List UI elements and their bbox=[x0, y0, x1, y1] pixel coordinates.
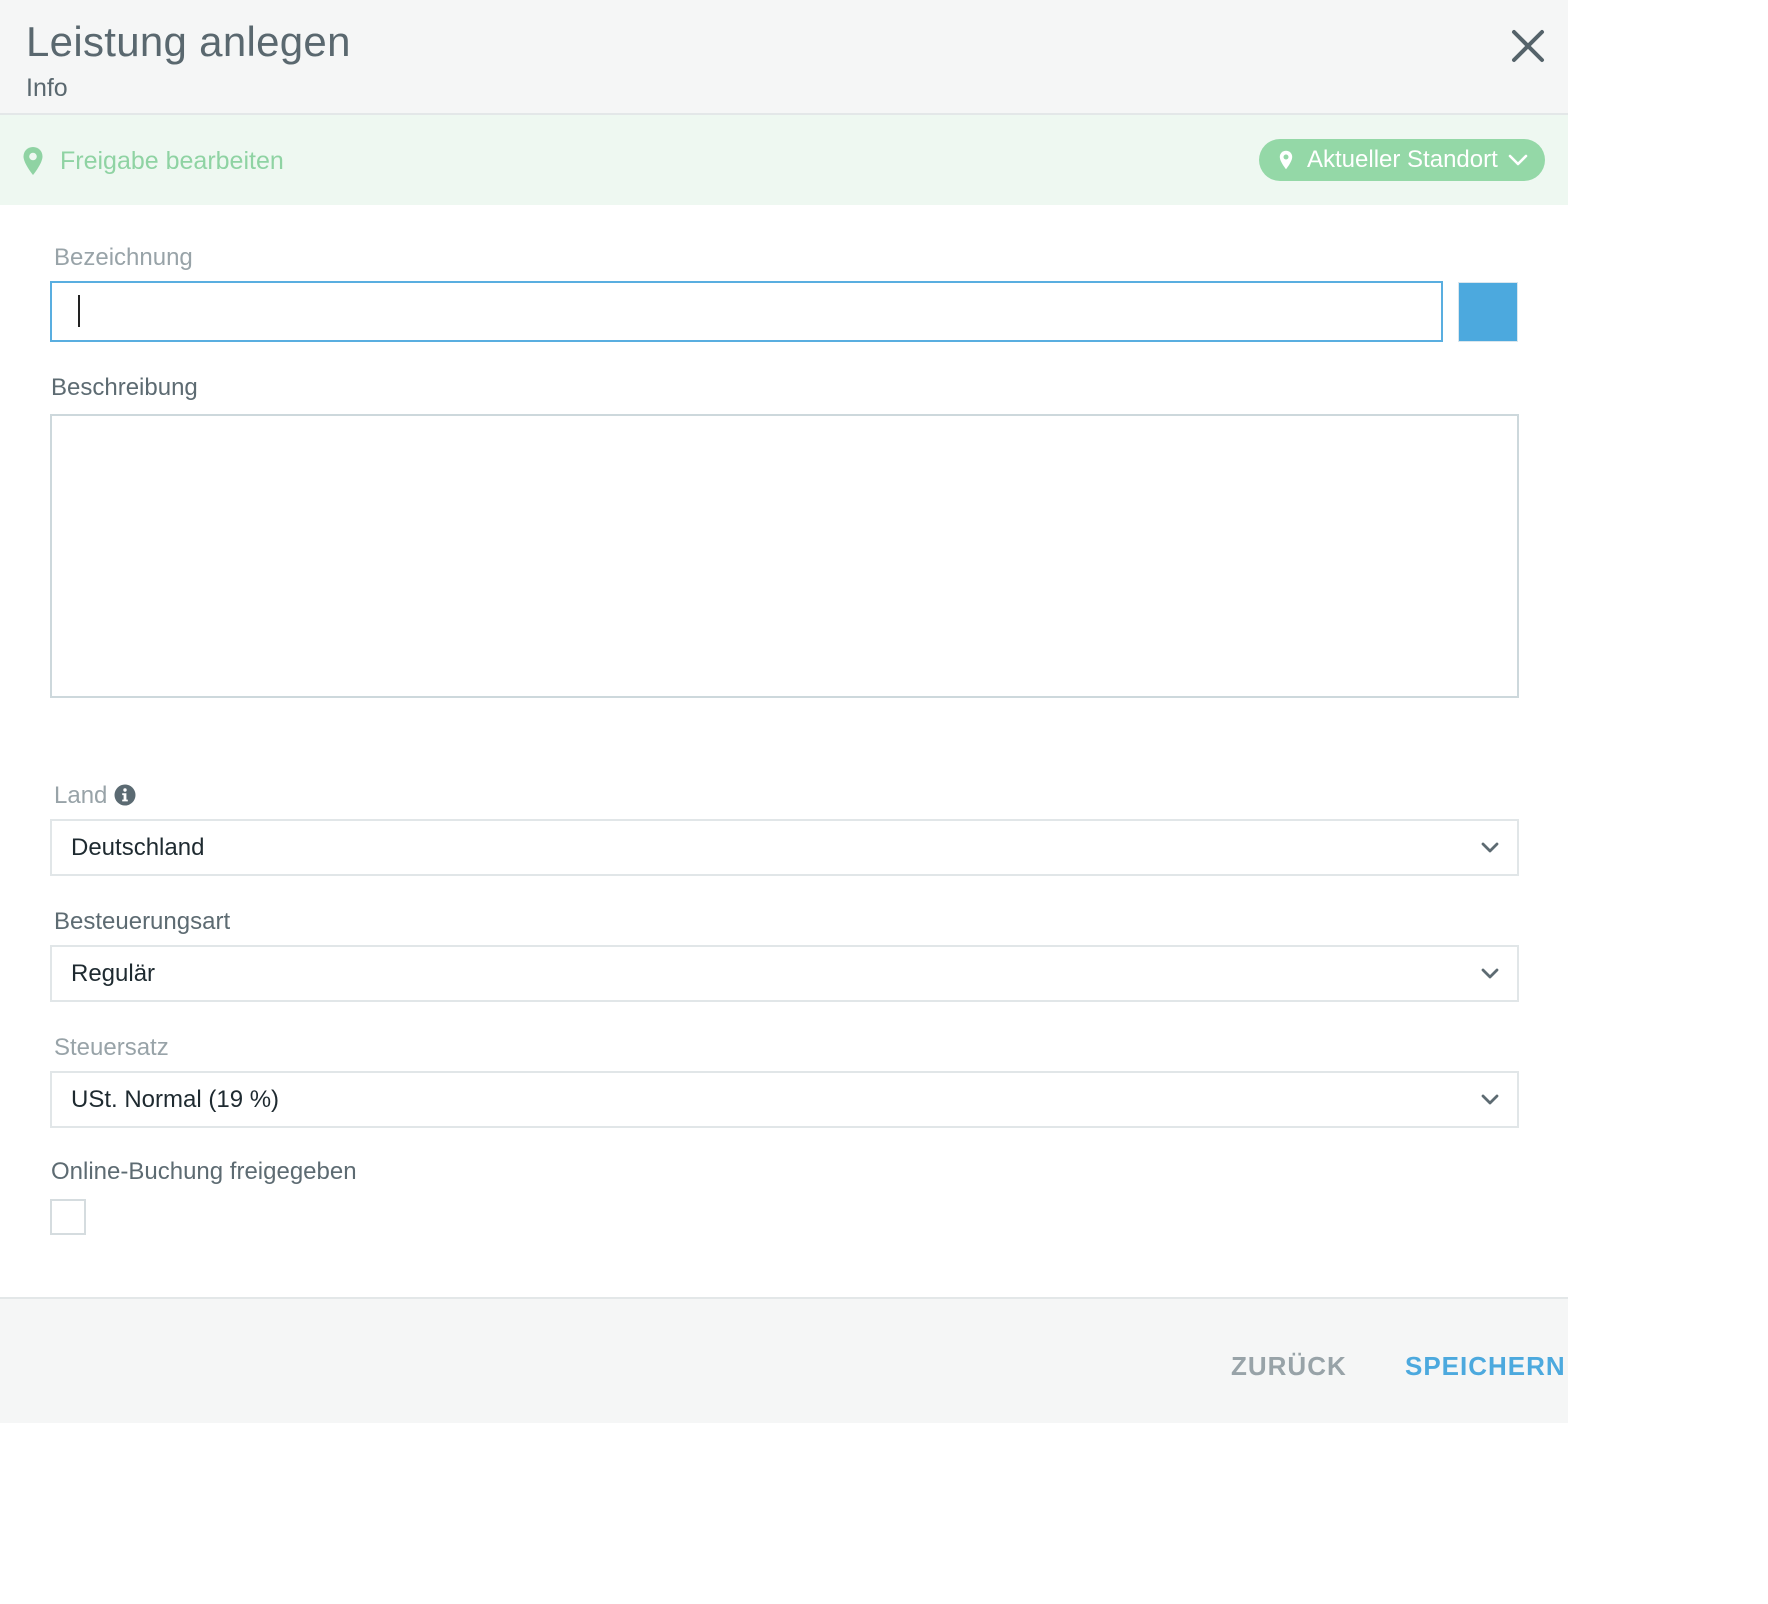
country-value: Deutschland bbox=[71, 834, 205, 861]
text-caret bbox=[78, 295, 80, 327]
description-textarea[interactable] bbox=[50, 414, 1519, 698]
dialog-footer: ZURÜCK SPEICHERN bbox=[0, 1297, 1568, 1423]
country-label: Land bbox=[54, 782, 108, 809]
name-input[interactable] bbox=[50, 281, 1443, 342]
taxation-select[interactable]: Regulär bbox=[50, 945, 1519, 1002]
info-icon[interactable] bbox=[114, 784, 136, 806]
tax-rate-value: USt. Normal (19 %) bbox=[71, 1086, 280, 1113]
chevron-down-icon bbox=[1481, 1094, 1499, 1105]
dialog-subtitle: Info bbox=[26, 74, 68, 102]
taxation-value: Regulär bbox=[71, 960, 156, 987]
chevron-down-icon bbox=[1481, 842, 1499, 853]
edit-share-label: Freigabe bearbeiten bbox=[60, 146, 284, 175]
location-label: Aktueller Standort bbox=[1307, 146, 1498, 173]
location-dropdown[interactable]: Aktueller Standort bbox=[1259, 139, 1545, 181]
edit-share-link[interactable]: Freigabe bearbeiten bbox=[22, 143, 284, 179]
color-picker[interactable] bbox=[1458, 282, 1518, 342]
chevron-down-icon bbox=[1481, 968, 1499, 979]
close-button[interactable] bbox=[1502, 20, 1554, 72]
create-service-dialog: Leistung anlegen Info Freigabe bearbeite… bbox=[0, 0, 1568, 1423]
dialog-title: Leistung anlegen bbox=[26, 18, 351, 65]
map-pin-icon bbox=[1279, 150, 1293, 170]
tax-rate-select[interactable]: USt. Normal (19 %) bbox=[50, 1071, 1519, 1128]
close-icon bbox=[1512, 30, 1544, 62]
map-pin-icon bbox=[23, 147, 43, 175]
save-button[interactable]: SPEICHERN bbox=[1405, 1351, 1566, 1382]
dialog-header: Leistung anlegen Info bbox=[0, 0, 1568, 115]
share-bar: Freigabe bearbeiten Aktueller Standort bbox=[0, 115, 1568, 205]
online-booking-label: Online-Buchung freigegeben bbox=[51, 1158, 357, 1185]
description-label: Beschreibung bbox=[51, 374, 198, 401]
chevron-down-icon bbox=[1508, 154, 1528, 166]
online-booking-checkbox[interactable] bbox=[50, 1199, 86, 1235]
taxation-label: Besteuerungsart bbox=[54, 908, 231, 935]
tax-rate-label: Steuersatz bbox=[54, 1034, 169, 1061]
back-button[interactable]: ZURÜCK bbox=[1231, 1351, 1347, 1382]
country-select[interactable]: Deutschland bbox=[50, 819, 1519, 876]
name-label: Bezeichnung bbox=[54, 244, 193, 271]
